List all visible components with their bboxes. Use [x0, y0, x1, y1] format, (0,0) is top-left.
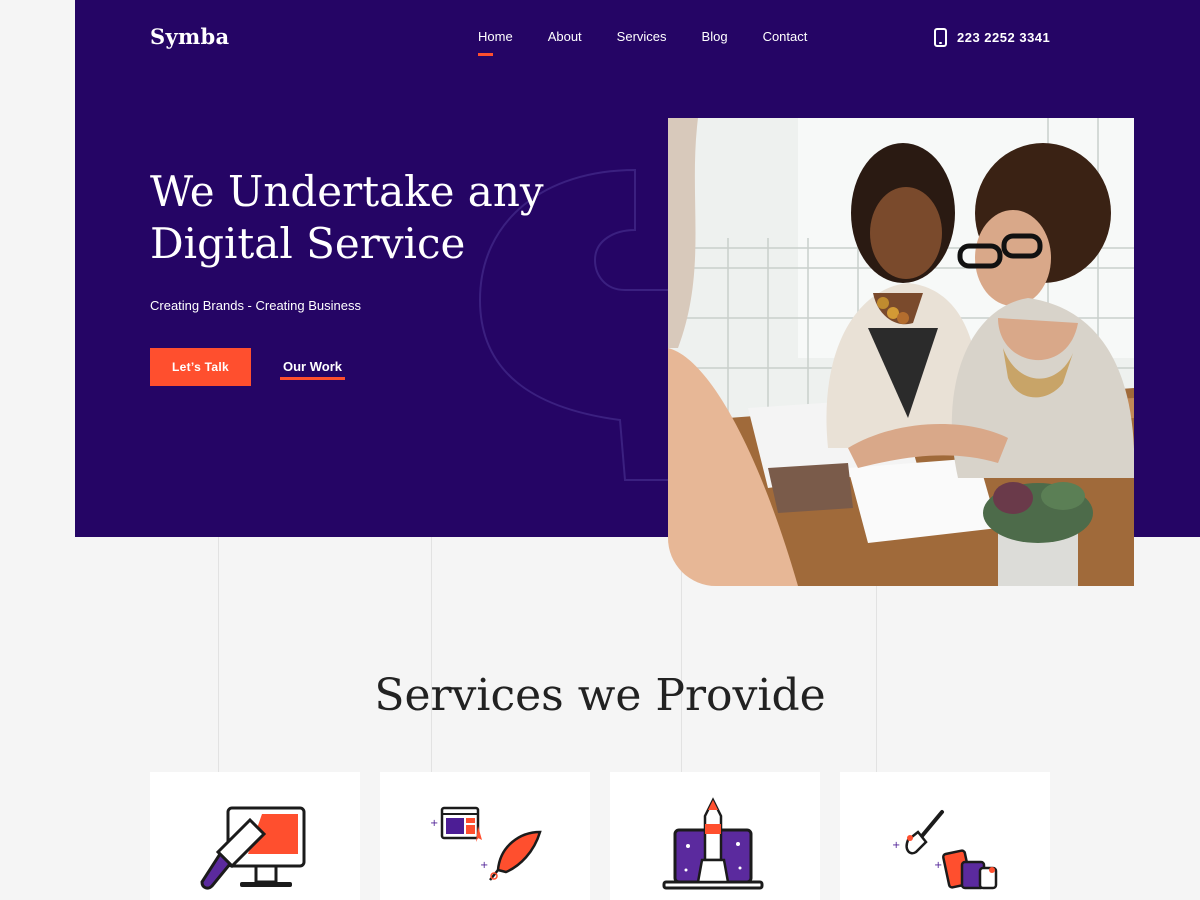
nav-item-home[interactable]: Home: [478, 29, 513, 56]
grid-line: [431, 537, 432, 777]
brand-logo[interactable]: Symba: [150, 24, 229, 49]
brush-color-palette-icon: + +: [892, 810, 998, 890]
hero-tagline: Creating Brands - Creating Business: [150, 298, 361, 313]
services-title: Services we Provide: [374, 670, 826, 721]
rocket-laptop-icon: [662, 797, 764, 890]
service-card[interactable]: + +: [380, 772, 590, 900]
nav-item-services[interactable]: Services: [617, 29, 667, 56]
service-card[interactable]: [150, 772, 360, 900]
phone-number: 223 2252 3341: [957, 30, 1051, 45]
grid-line: [681, 537, 682, 777]
hero-headline: We Undertake any Digital Service: [150, 166, 630, 270]
svg-text:+: +: [934, 860, 942, 871]
headline-line-1: We Undertake any: [150, 167, 544, 216]
service-card[interactable]: [610, 772, 820, 900]
phone-icon: [934, 28, 947, 47]
team-photo: [668, 118, 1134, 586]
main-nav: Home About Services Blog Contact: [478, 29, 842, 56]
nav-item-blog[interactable]: Blog: [702, 29, 728, 56]
lets-talk-button[interactable]: Let’s Talk: [150, 348, 251, 386]
phone-contact[interactable]: 223 2252 3341: [934, 28, 1050, 47]
team-photo-illustration: [668, 118, 1134, 586]
nav-item-contact[interactable]: Contact: [763, 29, 808, 56]
headline-line-2: Digital Service: [150, 219, 466, 268]
service-card[interactable]: + +: [840, 772, 1050, 900]
svg-text:+: +: [430, 818, 438, 829]
web-design-quill-icon: + +: [430, 806, 542, 881]
nav-item-about[interactable]: About: [548, 29, 582, 56]
our-work-link[interactable]: Our Work: [280, 359, 345, 380]
grid-line: [218, 537, 219, 777]
monitor-paint-brush-icon: [200, 806, 306, 890]
svg-text:+: +: [892, 840, 900, 851]
svg-text:+: +: [480, 860, 488, 871]
